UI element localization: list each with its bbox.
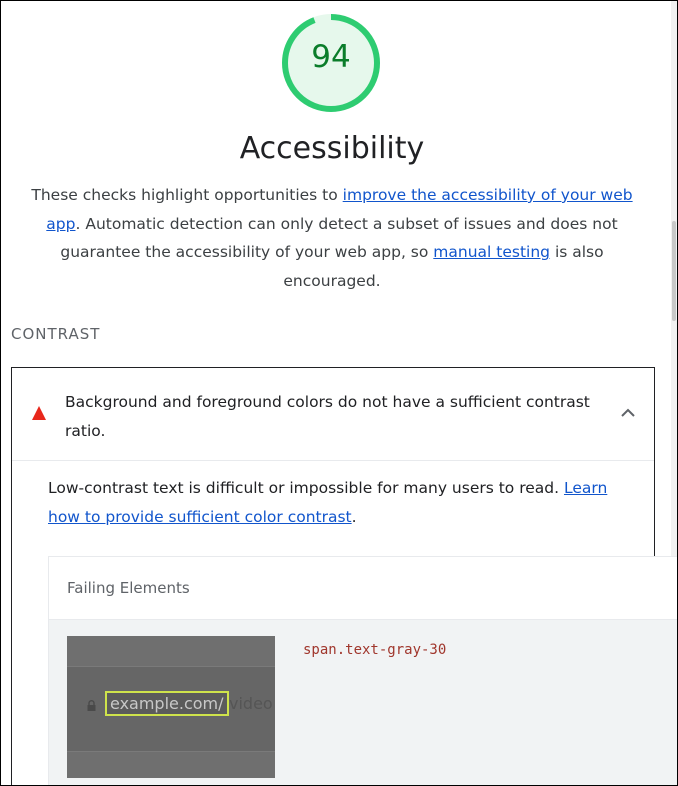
highlighted-element: example.com/ xyxy=(105,691,229,716)
section-label-contrast: CONTRAST xyxy=(11,325,101,343)
description-text: These checks highlight opportunities to xyxy=(31,186,343,204)
audit-description: Low-contrast text is difficult or imposs… xyxy=(48,474,638,531)
failing-elements-title: Failing Elements xyxy=(67,579,190,597)
audit-header[interactable]: Background and foreground colors do not … xyxy=(12,368,654,461)
lighthouse-report: 94 Accessibility These checks highlight … xyxy=(0,0,678,786)
failing-elements-header: Failing Elements xyxy=(49,557,677,620)
audit-description-text: Low-contrast text is difficult or imposs… xyxy=(48,479,564,497)
warning-triangle-icon xyxy=(32,406,46,420)
screenshot-text: video xyxy=(229,694,273,713)
score-value: 94 xyxy=(311,39,351,75)
contrast-audit: Background and foreground colors do not … xyxy=(11,367,677,785)
element-selector[interactable]: span.text-gray-30 xyxy=(303,642,446,658)
lock-icon xyxy=(87,700,96,711)
manual-testing-link[interactable]: manual testing xyxy=(433,243,550,261)
failing-elements-table: Failing Elements example.com/ video span… xyxy=(48,556,677,785)
category-title: Accessibility xyxy=(239,131,425,166)
category-description: These checks highlight opportunities to … xyxy=(31,181,633,295)
element-screenshot: example.com/ video xyxy=(67,636,275,778)
scrollbar-thumb[interactable] xyxy=(672,221,676,321)
audit-title: Background and foreground colors do not … xyxy=(65,393,590,440)
audit-description-text: . xyxy=(351,507,357,526)
chevron-up-icon[interactable] xyxy=(620,406,636,418)
table-row[interactable]: example.com/ video span.text-gray-30 xyxy=(49,620,677,785)
